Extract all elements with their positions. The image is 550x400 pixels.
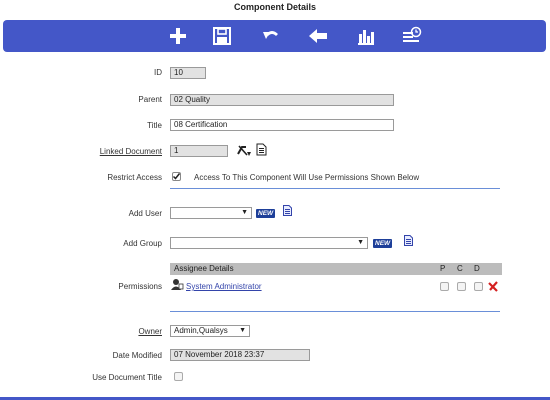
chart-button[interactable] [353, 24, 379, 48]
admin-user-icon [171, 279, 184, 290]
delete-x-icon [488, 281, 498, 292]
use-document-title-label: Use Document Title [92, 373, 162, 382]
toolbar [3, 20, 546, 52]
new-group-button[interactable]: NEW [373, 239, 393, 248]
restrict-access-checkbox[interactable] [172, 172, 181, 181]
unlink-icon [237, 145, 251, 156]
add-group-select[interactable]: ▼ [170, 237, 368, 249]
history-list-icon [403, 26, 422, 42]
divider [170, 188, 500, 189]
permissions-table-header: Assignee Details P C D [170, 263, 502, 275]
document-icon [256, 143, 267, 156]
history-button[interactable] [399, 24, 425, 48]
list-document-icon [283, 205, 292, 216]
undo-icon [263, 31, 278, 39]
bar-chart-icon [358, 30, 374, 45]
id-field: 10 [170, 67, 206, 79]
assignee-link[interactable]: System Administrator [186, 282, 262, 291]
new-badge-text: NEW [375, 240, 391, 247]
permission-c-checkbox[interactable] [457, 282, 466, 291]
title-field[interactable]: 08 Certification [170, 119, 394, 131]
permissions-label: Permissions [118, 282, 162, 291]
add-group-label: Add Group [123, 239, 162, 248]
owner-select[interactable]: Admin,Qualsys ▼ [170, 325, 250, 337]
add-user-select[interactable]: ▼ [170, 207, 252, 219]
plus-icon [170, 28, 186, 44]
checkmark-icon [172, 173, 181, 180]
date-modified-field: 07 November 2018 23:37 [170, 349, 310, 361]
add-button[interactable] [165, 24, 191, 48]
date-modified-label: Date Modified [112, 351, 162, 360]
owner-label[interactable]: Owner [138, 327, 162, 336]
dropdown-arrow-icon: ▼ [239, 327, 246, 334]
back-button[interactable] [305, 24, 331, 48]
permission-p-checkbox[interactable] [440, 282, 449, 291]
unlink-document-button[interactable] [236, 143, 252, 159]
user-list-button[interactable] [283, 205, 292, 218]
save-button[interactable] [209, 24, 235, 48]
new-badge-text: NEW [258, 210, 274, 217]
column-header-c: C [457, 264, 463, 273]
save-icon [213, 27, 231, 45]
id-label: ID [154, 68, 162, 77]
divider [170, 311, 500, 312]
owner-value: Admin,Qualsys [174, 326, 228, 335]
add-user-label: Add User [128, 209, 162, 218]
use-document-title-checkbox[interactable] [174, 372, 183, 381]
page-title: Component Details [233, 2, 316, 12]
undo-button[interactable] [258, 24, 284, 48]
dropdown-arrow-icon: ▼ [241, 209, 248, 216]
linked-document-label[interactable]: Linked Document [100, 147, 162, 156]
linked-document-field: 1 [170, 145, 228, 157]
title-label: Title [147, 121, 162, 130]
list-document-icon [404, 235, 413, 246]
column-header-d: D [474, 264, 480, 273]
remove-assignee-button[interactable] [488, 281, 499, 294]
back-arrow-icon [309, 29, 327, 43]
column-header-assignee: Assignee Details [174, 264, 234, 273]
column-header-p: P [440, 264, 446, 273]
restrict-access-text: Access To This Component Will Use Permis… [194, 173, 420, 182]
group-list-button[interactable] [404, 235, 413, 248]
new-user-button[interactable]: NEW [256, 209, 276, 218]
parent-field: 02 Quality [170, 94, 394, 106]
parent-label: Parent [138, 95, 162, 104]
restrict-access-label: Restrict Access [107, 173, 162, 182]
permission-d-checkbox[interactable] [474, 282, 483, 291]
dropdown-arrow-icon: ▼ [357, 239, 364, 246]
view-document-button[interactable] [256, 143, 267, 158]
